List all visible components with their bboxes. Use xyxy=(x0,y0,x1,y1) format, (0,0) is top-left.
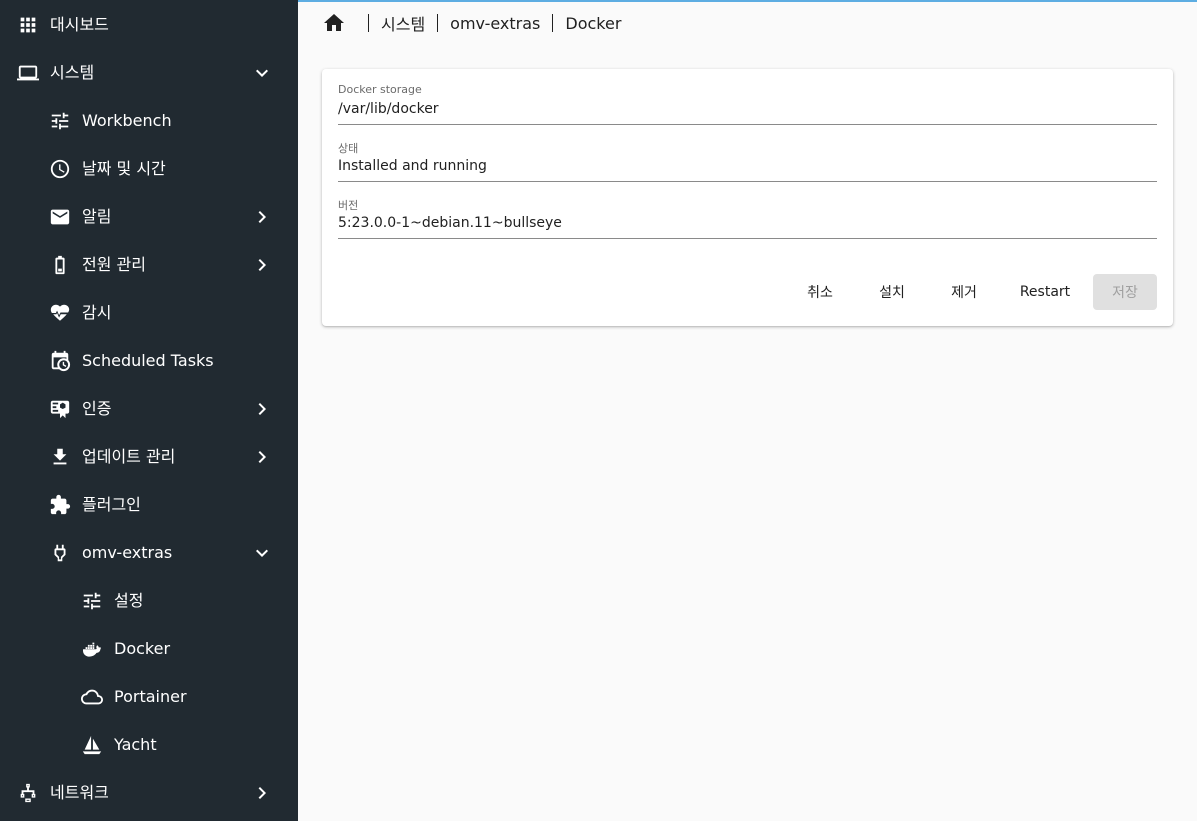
chevron-right-icon xyxy=(250,205,274,229)
sidebar-item-update-management[interactable]: 업데이트 관리 xyxy=(0,433,298,481)
sidebar-item-label: 인증 xyxy=(82,399,112,418)
sidebar-item-date-time[interactable]: 날짜 및 시간 xyxy=(0,145,298,193)
sidebar-item-label: omv-extras xyxy=(82,543,173,562)
chevron-down-icon xyxy=(250,61,274,85)
sailboat-icon xyxy=(80,733,104,757)
cloud-icon xyxy=(80,685,104,709)
chevron-right-icon xyxy=(250,445,274,469)
clock-icon xyxy=(48,157,72,181)
tune-sliders-icon xyxy=(48,109,72,133)
field-label: Docker storage xyxy=(338,83,422,96)
sidebar-item-label: 날짜 및 시간 xyxy=(82,159,166,178)
sidebar-item-label: Docker xyxy=(114,639,171,658)
home-icon[interactable] xyxy=(322,11,346,35)
remove-button[interactable]: 제거 xyxy=(929,274,999,310)
breadcrumb-item-docker: Docker xyxy=(565,13,622,33)
sidebar-item-label: 대시보드 xyxy=(50,15,109,34)
sidebar-item-label: 알림 xyxy=(82,207,112,226)
sidebar: 대시보드 시스템 Workbench 날짜 및 시간 알림 전원 관리 감시 S… xyxy=(0,0,298,821)
sidebar-item-label: 시스템 xyxy=(50,63,95,82)
tune-sliders-icon xyxy=(80,589,104,613)
apps-grid-icon xyxy=(16,13,40,37)
sidebar-item-dashboard[interactable]: 대시보드 xyxy=(0,1,298,49)
restart-button[interactable]: Restart xyxy=(1005,274,1085,310)
cancel-button[interactable]: 취소 xyxy=(785,274,855,310)
sidebar-item-settings[interactable]: 설정 xyxy=(0,577,298,625)
chevron-right-icon xyxy=(250,253,274,277)
field-value: Installed and running xyxy=(338,158,487,174)
sidebar-item-label: 플러그인 xyxy=(82,495,141,514)
docker-storage-field[interactable]: Docker storage /var/lib/docker xyxy=(338,69,1157,125)
version-field: 버전 5:23.0.0-1~debian.11~bullseye xyxy=(338,183,1157,239)
breadcrumb-item-omv-extras[interactable]: omv-extras xyxy=(450,14,540,33)
certificate-icon xyxy=(48,397,72,421)
save-button[interactable]: 저장 xyxy=(1093,274,1157,310)
sidebar-item-label: 네트워크 xyxy=(50,783,109,802)
sidebar-item-docker[interactable]: Docker xyxy=(0,625,298,673)
install-button[interactable]: 설치 xyxy=(857,274,927,310)
chevron-right-icon xyxy=(250,397,274,421)
puzzle-icon xyxy=(48,493,72,517)
sidebar-item-monitoring[interactable]: 감시 xyxy=(0,289,298,337)
sidebar-item-plugins[interactable]: 플러그인 xyxy=(0,481,298,529)
sidebar-item-system[interactable]: 시스템 xyxy=(0,49,298,97)
sidebar-item-label: Portainer xyxy=(114,687,187,706)
field-label: 버전 xyxy=(338,199,359,212)
sidebar-item-label: 감시 xyxy=(82,303,112,322)
sidebar-item-certificates[interactable]: 인증 xyxy=(0,385,298,433)
docker-whale-icon xyxy=(80,637,104,661)
breadcrumb-item-system[interactable]: 시스템 xyxy=(381,11,425,35)
calendar-clock-icon xyxy=(48,349,72,373)
sidebar-item-power-management[interactable]: 전원 관리 xyxy=(0,241,298,289)
sidebar-item-label: 설정 xyxy=(114,591,144,610)
network-lan-icon xyxy=(16,781,40,805)
sidebar-item-label: Scheduled Tasks xyxy=(82,351,214,370)
chevron-right-icon xyxy=(250,781,274,805)
chevron-down-icon xyxy=(250,541,274,565)
breadcrumb-separator xyxy=(437,14,439,32)
sidebar-item-notification[interactable]: 알림 xyxy=(0,193,298,241)
field-label: 상태 xyxy=(338,142,359,155)
sidebar-item-label: Workbench xyxy=(82,111,172,130)
breadcrumb: 시스템 omv-extras Docker xyxy=(322,10,621,36)
sidebar-item-scheduled-tasks[interactable]: Scheduled Tasks xyxy=(0,337,298,385)
heart-pulse-icon xyxy=(48,301,72,325)
sidebar-item-portainer[interactable]: Portainer xyxy=(0,673,298,721)
field-value: 5:23.0.0-1~debian.11~bullseye xyxy=(338,215,562,231)
docker-settings-card: Docker storage /var/lib/docker 상태 Instal… xyxy=(322,69,1173,326)
power-plug-icon xyxy=(48,541,72,565)
breadcrumb-separator xyxy=(368,14,369,32)
sidebar-item-omv-extras[interactable]: omv-extras xyxy=(0,529,298,577)
sidebar-item-network[interactable]: 네트워크 xyxy=(0,769,298,817)
sidebar-item-yacht[interactable]: Yacht xyxy=(0,721,298,769)
laptop-icon xyxy=(16,61,40,85)
top-progress-line xyxy=(298,0,1197,2)
field-value: /var/lib/docker xyxy=(338,101,439,117)
sidebar-item-workbench[interactable]: Workbench xyxy=(0,97,298,145)
sidebar-item-label: 업데이트 관리 xyxy=(82,447,176,466)
sidebar-item-label: Yacht xyxy=(114,735,157,754)
status-field: 상태 Installed and running xyxy=(338,126,1157,182)
breadcrumb-separator xyxy=(552,14,554,32)
battery-icon xyxy=(48,253,72,277)
download-icon xyxy=(48,445,72,469)
sidebar-item-label: 전원 관리 xyxy=(82,255,146,274)
mail-icon xyxy=(48,205,72,229)
